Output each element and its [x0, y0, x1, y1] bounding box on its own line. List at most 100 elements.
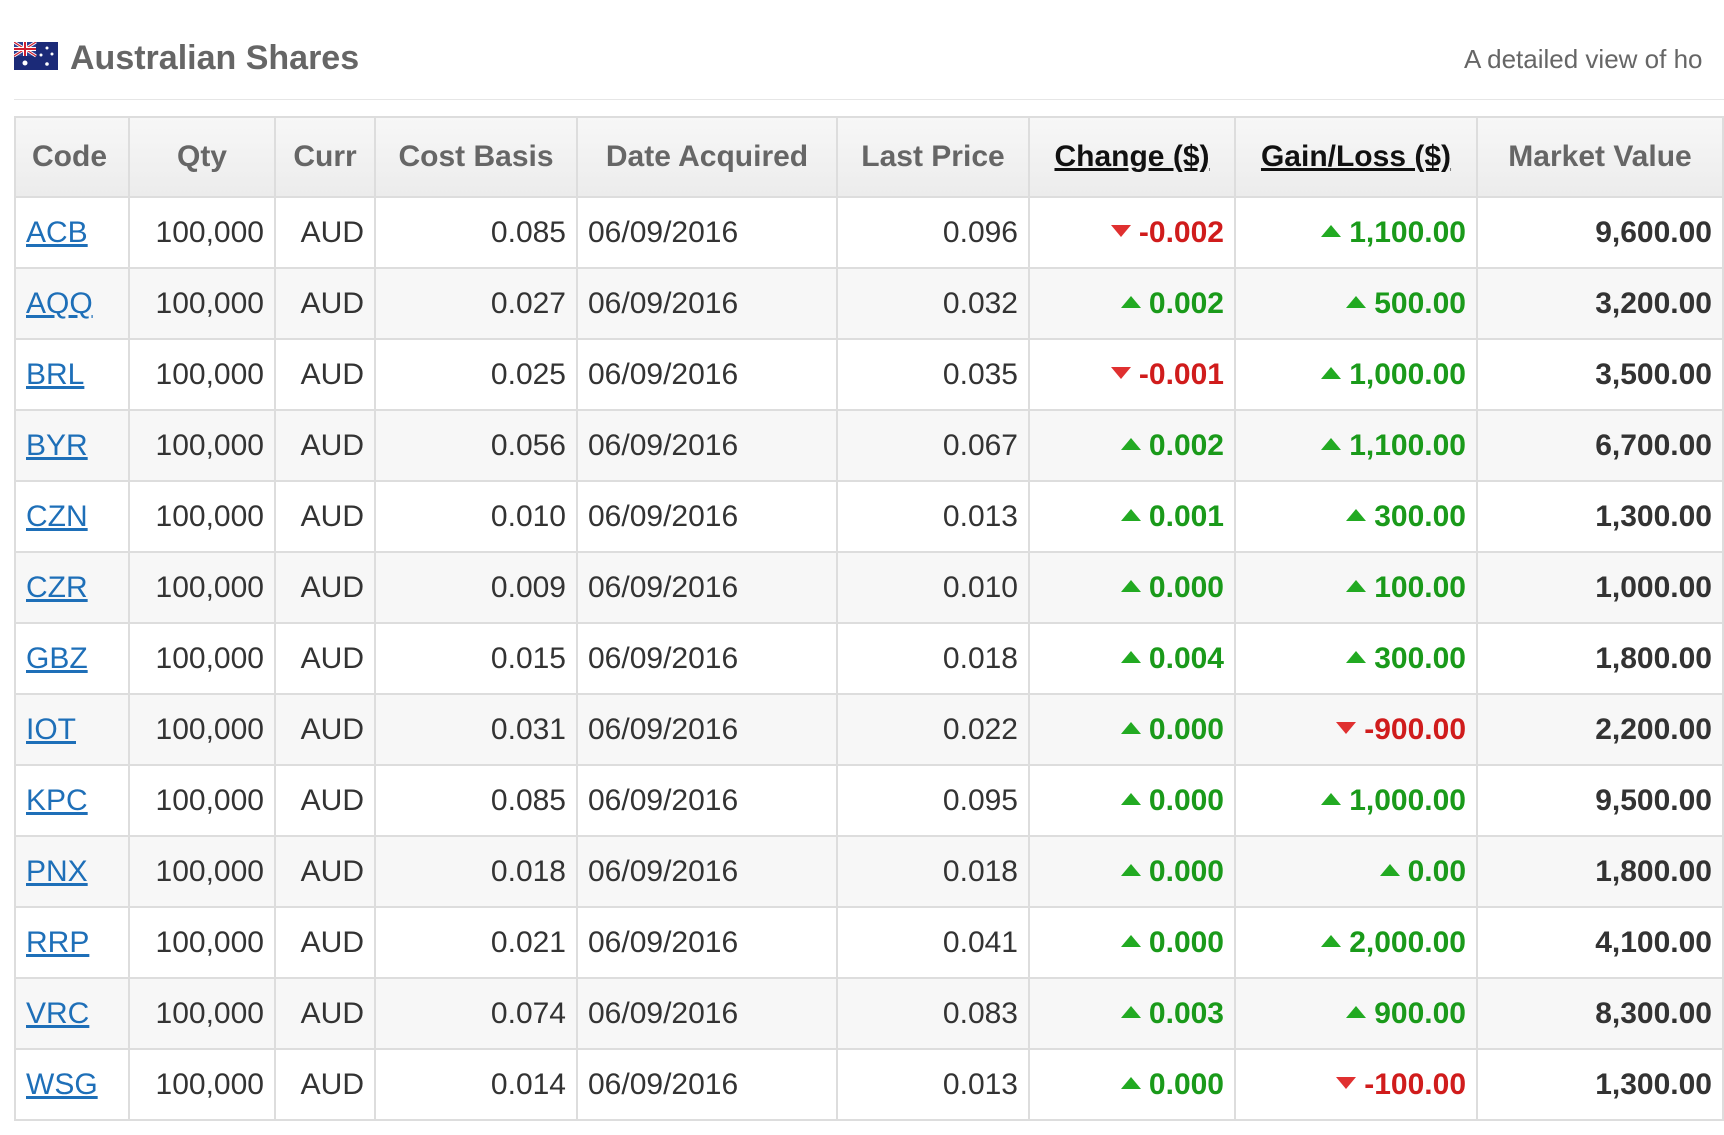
stock-code-link[interactable]: CZN [26, 500, 88, 533]
stock-code-link[interactable]: IOT [26, 713, 76, 746]
gain-loss-value: 1,100.00 [1349, 428, 1466, 462]
cell-change: 0.000 [1028, 835, 1236, 908]
cell-currency: AUD [274, 906, 376, 979]
cell-cost-basis: 0.085 [374, 196, 578, 269]
stock-code-link[interactable]: CZR [26, 571, 88, 604]
stock-code-link[interactable]: VRC [26, 997, 89, 1030]
table-row: KPC 100,000 AUD 0.085 06/09/2016 0.095 0.000 1,… [14, 764, 1724, 837]
table-header-row: Code Qty Curr Cost Basis Date Acquired L… [14, 116, 1724, 198]
cell-currency: AUD [274, 338, 376, 411]
column-header-code: Code [14, 116, 130, 198]
cell-market-value: 3,200.00 [1476, 267, 1724, 340]
gain-loss-value: 1,000.00 [1349, 783, 1466, 817]
cell-date-acquired: 06/09/2016 [576, 409, 838, 482]
cell-market-value: 1,300.00 [1476, 1048, 1724, 1121]
cell-market-value: 1,300.00 [1476, 480, 1724, 553]
cell-cost-basis: 0.025 [374, 338, 578, 411]
column-header-change-sort[interactable]: Change ($) [1028, 116, 1236, 198]
column-header-last-price: Last Price [836, 116, 1030, 198]
cell-date-acquired: 06/09/2016 [576, 693, 838, 766]
cell-currency: AUD [274, 409, 376, 482]
triangle-down-icon [1336, 721, 1357, 734]
table-row: WSG 100,000 AUD 0.014 06/09/2016 0.013 0.000 -1… [14, 1048, 1724, 1121]
cell-gain-loss: -100.00 [1234, 1048, 1478, 1121]
cell-change: 0.000 [1028, 906, 1236, 979]
cell-last-price: 0.022 [836, 693, 1030, 766]
stock-code-link[interactable]: WSG [26, 1068, 98, 1101]
cell-change: 0.001 [1028, 480, 1236, 553]
triangle-up-icon [1346, 1005, 1367, 1018]
gain-loss-value: -900.00 [1364, 712, 1466, 746]
stock-code-link[interactable]: BRL [26, 358, 84, 391]
cell-change: 0.004 [1028, 622, 1236, 695]
change-value: 0.000 [1148, 570, 1224, 604]
cell-change: 0.002 [1028, 267, 1236, 340]
cell-currency: AUD [274, 622, 376, 695]
table-body: ACB 100,000 AUD 0.085 06/09/2016 0.096 -0.002 1… [14, 196, 1724, 1121]
stock-code-link[interactable]: ACB [26, 216, 88, 249]
cell-date-acquired: 06/09/2016 [576, 977, 838, 1050]
cell-market-value: 3,500.00 [1476, 338, 1724, 411]
cell-last-price: 0.013 [836, 480, 1030, 553]
stock-code-link[interactable]: GBZ [26, 642, 88, 675]
stock-code-link[interactable]: PNX [26, 855, 88, 888]
gain-loss-value: -100.00 [1364, 1067, 1466, 1101]
triangle-up-icon [1321, 437, 1342, 450]
cell-cost-basis: 0.027 [374, 267, 578, 340]
triangle-up-icon [1120, 650, 1141, 663]
change-value: 0.001 [1148, 499, 1224, 533]
gain-loss-value: 300.00 [1374, 641, 1466, 675]
cell-code: CZN [14, 480, 130, 553]
section-header: Australian Shares A detailed view of ho [14, 36, 1724, 96]
cell-market-value: 6,700.00 [1476, 409, 1724, 482]
header-divider [14, 99, 1724, 100]
cell-gain-loss: 900.00 [1234, 977, 1478, 1050]
table-row: CZR 100,000 AUD 0.009 06/09/2016 0.010 0.000 10… [14, 551, 1724, 624]
change-value: 0.004 [1148, 641, 1224, 675]
cell-cost-basis: 0.021 [374, 906, 578, 979]
cell-currency: AUD [274, 551, 376, 624]
triangle-up-icon [1346, 579, 1367, 592]
cell-market-value: 2,200.00 [1476, 693, 1724, 766]
cell-gain-loss: 500.00 [1234, 267, 1478, 340]
triangle-up-icon [1321, 224, 1342, 237]
cell-gain-loss: 1,100.00 [1234, 409, 1478, 482]
cell-date-acquired: 06/09/2016 [576, 551, 838, 624]
cell-currency: AUD [274, 196, 376, 269]
triangle-down-icon [1110, 224, 1131, 237]
triangle-up-icon [1346, 508, 1367, 521]
cell-date-acquired: 06/09/2016 [576, 480, 838, 553]
cell-code: BYR [14, 409, 130, 482]
gain-loss-value: 300.00 [1374, 499, 1466, 533]
cell-gain-loss: 1,100.00 [1234, 196, 1478, 269]
change-value: 0.002 [1148, 428, 1224, 462]
cell-currency: AUD [274, 835, 376, 908]
stock-code-link[interactable]: BYR [26, 429, 88, 462]
cell-market-value: 9,500.00 [1476, 764, 1724, 837]
cell-date-acquired: 06/09/2016 [576, 196, 838, 269]
cell-code: VRC [14, 977, 130, 1050]
cell-gain-loss: 300.00 [1234, 480, 1478, 553]
change-value: 0.000 [1148, 1067, 1224, 1101]
change-value: 0.000 [1148, 854, 1224, 888]
stock-code-link[interactable]: AQQ [26, 287, 93, 320]
triangle-up-icon [1120, 437, 1141, 450]
gain-loss-value: 100.00 [1374, 570, 1466, 604]
gain-loss-value: 1,000.00 [1349, 357, 1466, 391]
table-row: VRC 100,000 AUD 0.074 06/09/2016 0.083 0.003 90… [14, 977, 1724, 1050]
cell-cost-basis: 0.014 [374, 1048, 578, 1121]
cell-date-acquired: 06/09/2016 [576, 906, 838, 979]
triangle-up-icon [1346, 650, 1367, 663]
stock-code-link[interactable]: RRP [26, 926, 89, 959]
cell-cost-basis: 0.010 [374, 480, 578, 553]
cell-code: AQQ [14, 267, 130, 340]
cell-qty: 100,000 [128, 1048, 276, 1121]
stock-code-link[interactable]: KPC [26, 784, 88, 817]
cell-code: WSG [14, 1048, 130, 1121]
cell-market-value: 9,600.00 [1476, 196, 1724, 269]
column-header-gain-loss-sort[interactable]: Gain/Loss ($) [1234, 116, 1478, 198]
table-row: IOT 100,000 AUD 0.031 06/09/2016 0.022 0.000 -9… [14, 693, 1724, 766]
page-title: Australian Shares [70, 39, 360, 77]
cell-change: 0.000 [1028, 551, 1236, 624]
triangle-down-icon [1336, 1076, 1357, 1089]
